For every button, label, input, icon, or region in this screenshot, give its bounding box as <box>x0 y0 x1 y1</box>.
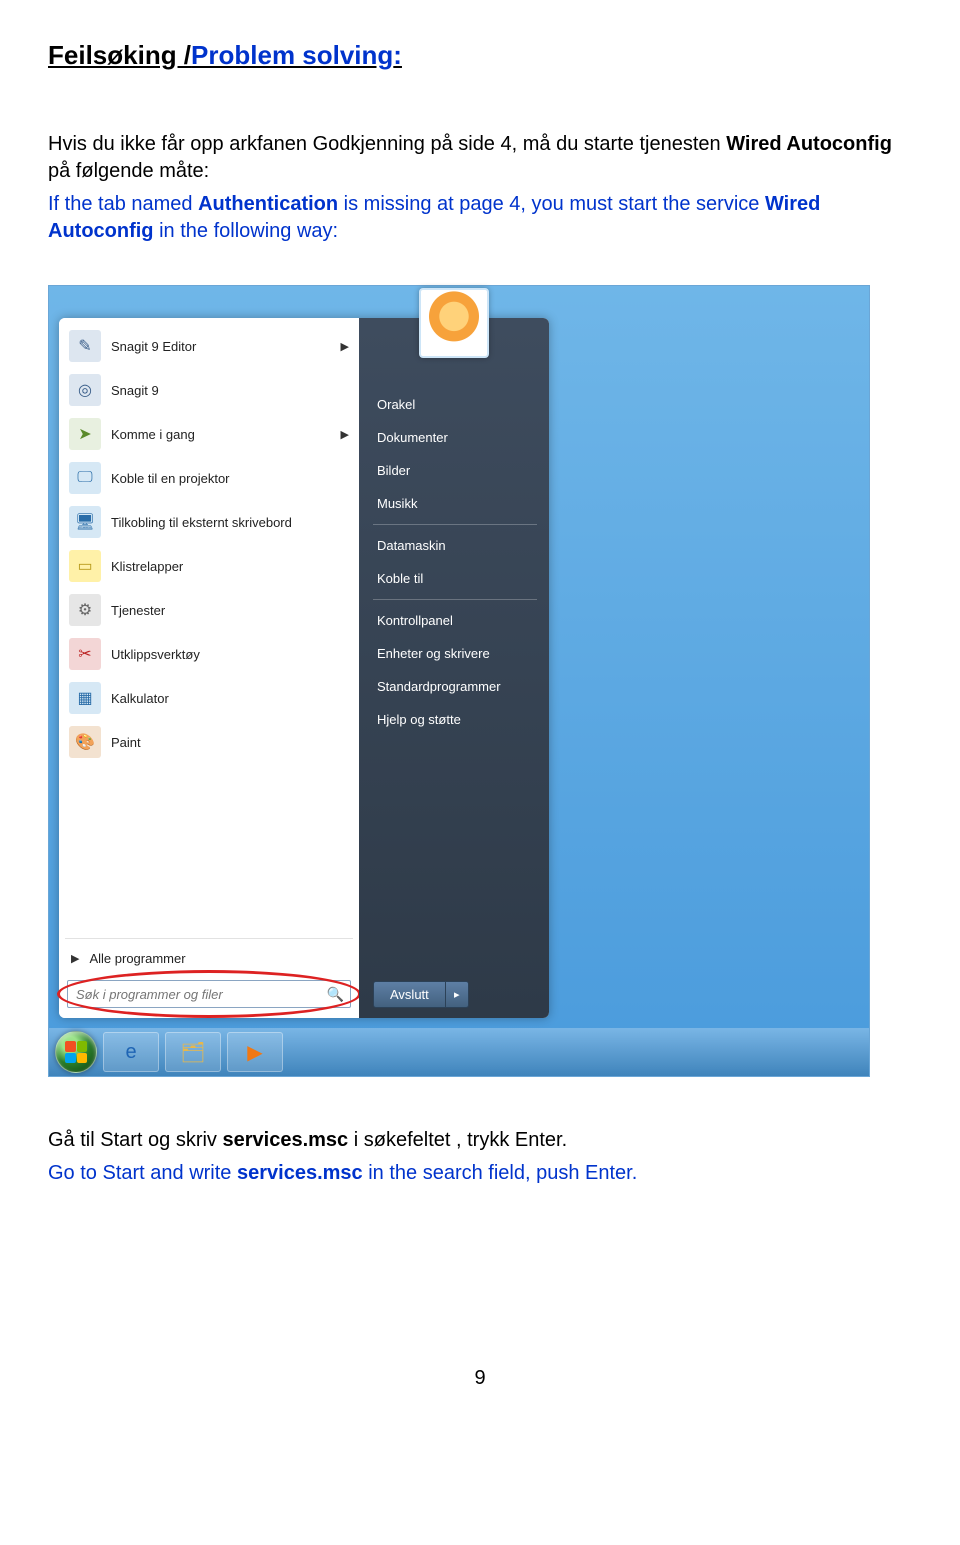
start-menu-program-item[interactable]: ▭ Klistrelapper <box>63 544 355 588</box>
search-icon: 🔍 <box>327 986 344 1003</box>
start-menu-right-link[interactable]: Datamaskin <box>373 529 537 562</box>
title-part1: Feilsøking / <box>48 40 191 70</box>
program-icon: 🎨 <box>69 726 101 758</box>
text: i søkefeltet , trykk Enter. <box>348 1129 567 1151</box>
start-menu-program-item[interactable]: ◎ Snagit 9 <box>63 368 355 412</box>
start-menu-right-link[interactable]: Standardprogrammer <box>373 670 537 703</box>
program-label: Snagit 9 Editor <box>111 339 335 354</box>
taskbar-ie-button[interactable]: e <box>103 1032 159 1072</box>
user-picture[interactable] <box>419 288 489 358</box>
text: på følgende måte: <box>48 160 209 182</box>
divider <box>373 524 537 525</box>
shutdown-button[interactable]: Avslutt <box>373 981 446 1008</box>
program-icon: ✎ <box>69 330 101 362</box>
program-label: Paint <box>111 735 349 750</box>
paragraph-english: If the tab named Authentication is missi… <box>48 191 912 245</box>
start-menu-program-item[interactable]: ▦ Kalkulator <box>63 676 355 720</box>
program-label: Komme i gang <box>111 427 335 442</box>
text-bold: services.msc <box>223 1129 349 1151</box>
page-number: 9 <box>48 1367 912 1390</box>
all-programs-label: Alle programmer <box>89 951 185 966</box>
start-menu-program-item[interactable]: ⚙ Tjenester <box>63 588 355 632</box>
start-menu: ✎ Snagit 9 Editor ▶ ◎ Snagit 9 ➤ Komme i gang ▶… <box>59 318 549 1018</box>
taskbar: e 🗂 ▶ <box>49 1028 869 1076</box>
text-bold: Authentication <box>198 193 338 215</box>
start-menu-right-link[interactable]: Koble til <box>373 562 537 595</box>
paragraph-norwegian: Hvis du ikke får opp arkfanen Godkjennin… <box>48 131 912 185</box>
divider <box>65 938 353 939</box>
text: in the search field, push Enter. <box>363 1162 638 1184</box>
shutdown-group: Avslutt ▸ <box>373 981 469 1008</box>
divider <box>373 599 537 600</box>
start-menu-right-link[interactable]: Enheter og skrivere <box>373 637 537 670</box>
title-part3: : <box>393 40 402 70</box>
start-menu-right-link[interactable]: Bilder <box>373 454 537 487</box>
program-label: Kalkulator <box>111 691 349 706</box>
start-menu-right-link[interactable]: Dokumenter <box>373 421 537 454</box>
submenu-arrow-icon: ▶ <box>341 340 349 353</box>
start-menu-program-item[interactable]: 🎨 Paint <box>63 720 355 764</box>
taskbar-explorer-button[interactable]: 🗂 <box>165 1032 221 1072</box>
triangle-right-icon: ▶ <box>71 952 79 965</box>
program-label: Klistrelapper <box>111 559 349 574</box>
start-menu-program-item[interactable]: ✎ Snagit 9 Editor ▶ <box>63 324 355 368</box>
start-menu-program-item[interactable]: ✂ Utklippsverktøy <box>63 632 355 676</box>
program-label: Snagit 9 <box>111 383 349 398</box>
instruction-english: Go to Start and write services.msc in th… <box>48 1160 912 1187</box>
text: in the following way: <box>154 220 339 242</box>
start-menu-program-item[interactable]: 🖥 Tilkobling til eksternt skrivebord <box>63 500 355 544</box>
start-menu-program-item[interactable]: ➤ Komme i gang ▶ <box>63 412 355 456</box>
text: Gå til Start og skriv <box>48 1129 223 1151</box>
start-menu-right-link[interactable]: Orakel <box>373 388 537 421</box>
program-label: Utklippsverktøy <box>111 647 349 662</box>
text: Hvis du ikke får opp arkfanen Godkjennin… <box>48 133 726 155</box>
text-bold: Wired Autoconfig <box>726 133 892 155</box>
program-label: Tjenester <box>111 603 349 618</box>
submenu-arrow-icon: ▶ <box>341 428 349 441</box>
program-icon: ▦ <box>69 682 101 714</box>
start-menu-right-link[interactable]: Hjelp og støtte <box>373 703 537 736</box>
program-icon: ➤ <box>69 418 101 450</box>
text: is missing at page 4, you must start the… <box>338 193 765 215</box>
shutdown-more-button[interactable]: ▸ <box>446 981 469 1008</box>
title-part2: Problem solving <box>191 40 393 70</box>
page-title: Feilsøking /Problem solving: <box>48 40 912 71</box>
start-menu-program-item[interactable]: 🖵 Koble til en projektor <box>63 456 355 500</box>
program-label: Koble til en projektor <box>111 471 349 486</box>
program-label: Tilkobling til eksternt skrivebord <box>111 515 349 530</box>
text: If the tab named <box>48 193 198 215</box>
start-menu-left: ✎ Snagit 9 Editor ▶ ◎ Snagit 9 ➤ Komme i gang ▶… <box>59 318 359 1018</box>
desktop: ✎ Snagit 9 Editor ▶ ◎ Snagit 9 ➤ Komme i gang ▶… <box>48 285 870 1077</box>
program-icon: 🖥 <box>69 506 101 538</box>
screenshot: ✎ Snagit 9 Editor ▶ ◎ Snagit 9 ➤ Komme i gang ▶… <box>48 285 912 1077</box>
start-menu-right: OrakelDokumenterBilderMusikkDatamaskinKo… <box>359 318 549 1018</box>
search-box[interactable]: 🔍 <box>67 980 351 1008</box>
search-row: 🔍 <box>63 974 355 1012</box>
start-menu-right-link[interactable]: Kontrollpanel <box>373 604 537 637</box>
text-bold: services.msc <box>237 1162 363 1184</box>
taskbar-mediaplayer-button[interactable]: ▶ <box>227 1032 283 1072</box>
program-icon: ▭ <box>69 550 101 582</box>
text: Go to Start and write <box>48 1162 237 1184</box>
start-menu-right-link[interactable]: Musikk <box>373 487 537 520</box>
start-orb[interactable] <box>55 1031 97 1073</box>
program-icon: ✂ <box>69 638 101 670</box>
program-icon: ⚙ <box>69 594 101 626</box>
program-icon: 🖵 <box>69 462 101 494</box>
search-input[interactable] <box>74 986 327 1003</box>
program-icon: ◎ <box>69 374 101 406</box>
all-programs-button[interactable]: ▶ Alle programmer <box>63 943 355 974</box>
instruction-norwegian: Gå til Start og skriv services.msc i søk… <box>48 1127 912 1154</box>
